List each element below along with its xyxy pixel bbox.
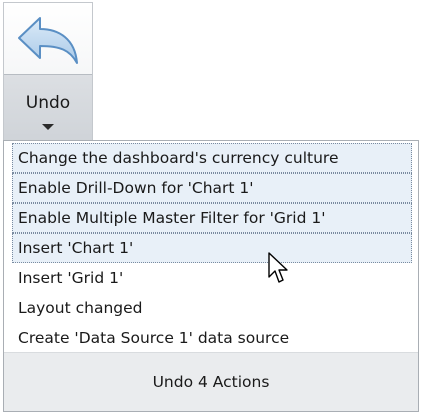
undo-history-dropdown: Change the dashboard's currency culture … [3, 140, 419, 412]
list-item[interactable]: Enable Multiple Master Filter for 'Grid … [12, 203, 412, 233]
mouse-pointer-icon [268, 252, 288, 283]
list-item[interactable]: Change the dashboard's currency culture [12, 143, 412, 173]
undo-actions-footer[interactable]: Undo 4 Actions [4, 352, 418, 411]
undo-button[interactable]: Undo [3, 2, 93, 143]
list-item[interactable]: Create 'Data Source 1' data source [12, 323, 412, 353]
list-item[interactable]: Insert 'Chart 1' [12, 233, 412, 263]
undo-history-list: Change the dashboard's currency culture … [12, 143, 412, 353]
undo-actions-label: Undo 4 Actions [152, 373, 270, 391]
list-item[interactable]: Enable Drill-Down for 'Chart 1' [12, 173, 412, 203]
list-item[interactable]: Layout changed [12, 293, 412, 323]
undo-dropdown-toggle[interactable]: Undo [4, 74, 92, 143]
list-item[interactable]: Insert 'Grid 1' [12, 263, 412, 293]
chevron-down-icon [42, 124, 54, 130]
undo-arrow-icon [18, 17, 78, 64]
undo-label: Undo [25, 93, 71, 113]
